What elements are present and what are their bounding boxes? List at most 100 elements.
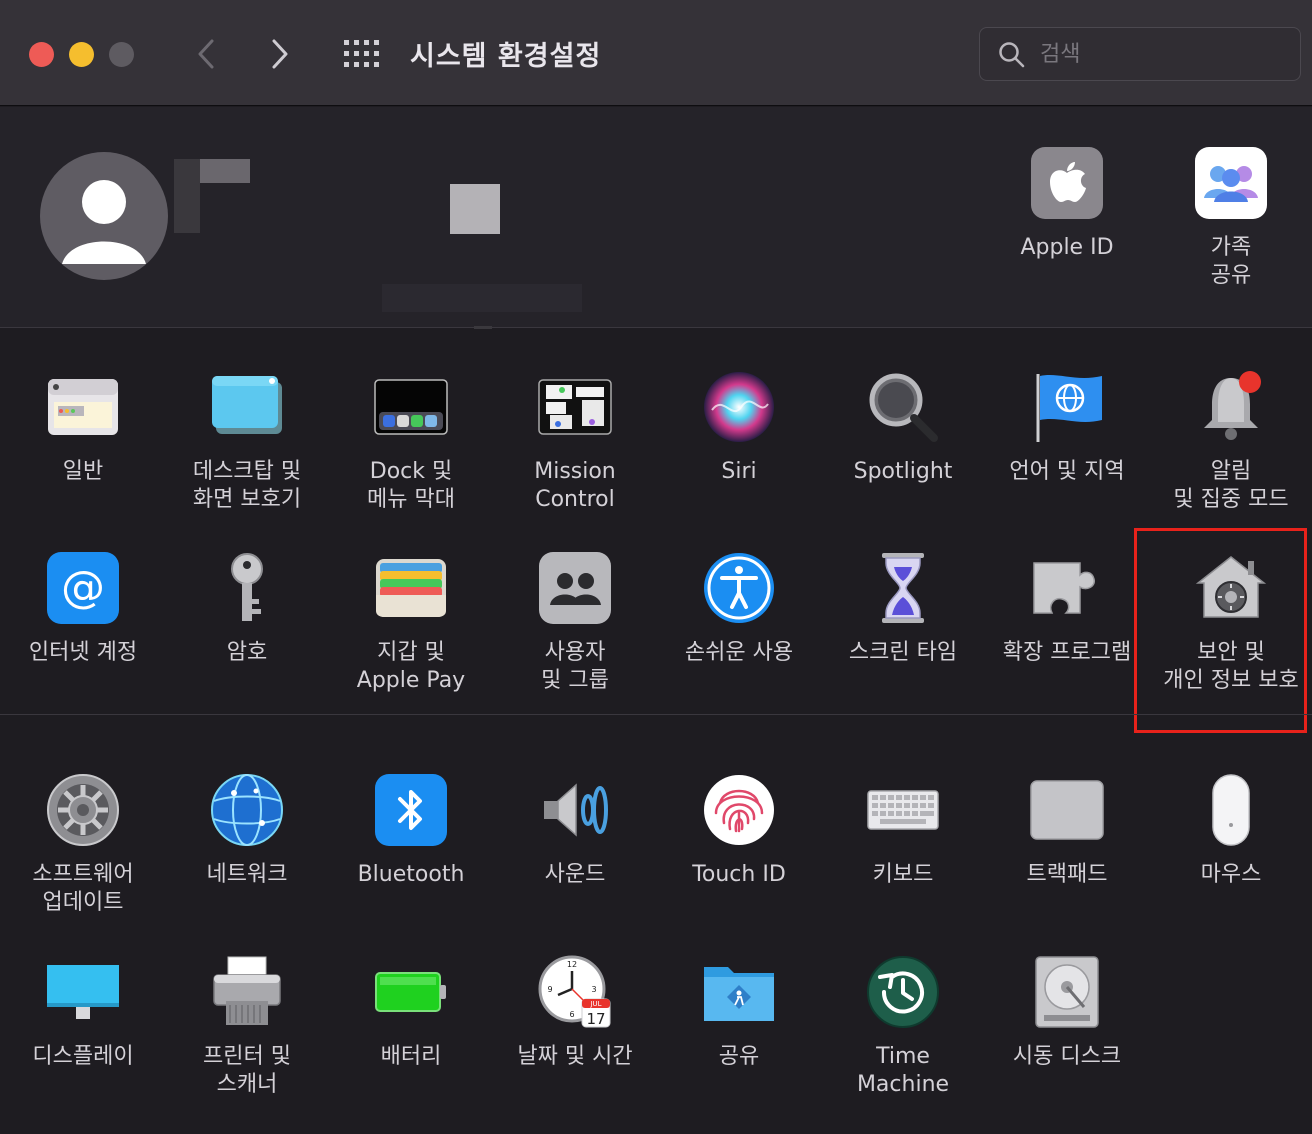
pref-accessibility[interactable]: 손쉬운 사용 (657, 551, 821, 667)
minimize-button[interactable] (69, 42, 94, 67)
pref-label: Mission Control (534, 459, 616, 512)
pref-label: Bluetooth (357, 862, 465, 887)
pref-label: 스크린 타임 (848, 640, 958, 665)
fingerprint-icon (702, 773, 776, 847)
svg-text:3: 3 (591, 985, 596, 994)
pref-label: 소프트웨어 업데이트 (32, 862, 134, 915)
forward-button[interactable] (260, 32, 300, 76)
pref-internet-accounts[interactable]: @ 인터넷 계정 (1, 551, 165, 667)
pref-general[interactable]: 일반 (1, 370, 165, 486)
search-field[interactable] (979, 27, 1301, 81)
pref-label: 손쉬운 사용 (684, 640, 794, 665)
pref-mouse[interactable]: 마우스 (1149, 773, 1312, 889)
pref-bluetooth[interactable]: Bluetooth (329, 773, 493, 889)
key-icon (210, 551, 284, 625)
pref-language-region[interactable]: 언어 및 지역 (985, 370, 1149, 486)
pref-apple-id[interactable]: Apple ID (985, 146, 1149, 262)
grid-icon (344, 40, 379, 67)
family-icon (1194, 146, 1268, 220)
bell-icon (1194, 370, 1268, 444)
chevron-right-icon (272, 39, 288, 69)
search-icon (999, 42, 1025, 68)
pref-date-time[interactable]: 12 3 6 9 JUL 17 날짜 및 시간 (493, 955, 657, 1071)
pref-label: 배터리 (380, 1044, 442, 1069)
security-highlight-box (1134, 528, 1307, 733)
pref-label: 프린터 및 스캐너 (203, 1044, 291, 1097)
pref-time-machine[interactable]: Time Machine (821, 955, 985, 1099)
pref-label: Dock 및 메뉴 막대 (367, 459, 455, 512)
pref-label: 데스크탑 및 화면 보호기 (192, 459, 302, 512)
pref-software-update[interactable]: 소프트웨어 업데이트 (1, 773, 165, 917)
user-avatar[interactable] (40, 152, 168, 280)
pref-siri[interactable]: Siri (657, 370, 821, 486)
redacted-mark (474, 326, 492, 329)
pref-users-groups[interactable]: 사용자 및 그룹 (493, 551, 657, 695)
keyboard-icon (866, 773, 940, 847)
svg-text:@: @ (61, 562, 105, 613)
clock-calendar-icon: 12 3 6 9 JUL 17 (538, 955, 612, 1029)
pref-printers-scanners[interactable]: 프린터 및 스캐너 (165, 955, 329, 1099)
pref-family-sharing[interactable]: 가족 공유 (1149, 146, 1312, 290)
pref-touch-id[interactable]: Touch ID (657, 773, 821, 889)
pref-label: Spotlight (853, 459, 953, 484)
pref-screen-time[interactable]: 스크린 타임 (821, 551, 985, 667)
gear-icon (46, 773, 120, 847)
siri-icon (702, 370, 776, 444)
pref-keyboard[interactable]: 키보드 (821, 773, 985, 889)
pref-battery[interactable]: 배터리 (329, 955, 493, 1071)
printer-icon (210, 955, 284, 1029)
pref-label: 네트워크 (206, 862, 288, 887)
pref-label: 날짜 및 시간 (517, 1044, 633, 1069)
trackpad-icon (1030, 773, 1104, 847)
redacted-info (450, 184, 500, 234)
zoom-button[interactable] (109, 42, 134, 67)
pref-label: 가족 공유 (1210, 235, 1252, 288)
svg-text:9: 9 (547, 985, 552, 994)
mission-control-icon (538, 370, 612, 444)
search-input[interactable] (1040, 38, 1280, 70)
pref-label: 인터넷 계정 (28, 640, 138, 665)
accessibility-icon (702, 551, 776, 625)
display-icon (46, 955, 120, 1029)
pref-mission-control[interactable]: Mission Control (493, 370, 657, 514)
pref-displays[interactable]: 디스플레이 (1, 955, 165, 1071)
pref-trackpad[interactable]: 트랙패드 (985, 773, 1149, 889)
desktop-icon (210, 370, 284, 444)
pref-sharing[interactable]: 공유 (657, 955, 821, 1071)
apple-logo-icon (1030, 146, 1104, 220)
bluetooth-icon (374, 773, 448, 847)
pref-dock-menubar[interactable]: Dock 및 메뉴 막대 (329, 370, 493, 514)
pref-extensions[interactable]: 확장 프로그램 (985, 551, 1149, 667)
pref-network[interactable]: 네트워크 (165, 773, 329, 889)
puzzle-icon (1030, 551, 1104, 625)
pref-sound[interactable]: 사운드 (493, 773, 657, 889)
back-button[interactable] (186, 32, 226, 76)
speaker-icon (538, 773, 612, 847)
pref-label: 키보드 (872, 862, 934, 887)
show-all-button[interactable] (342, 38, 382, 70)
folder-sharing-icon (702, 955, 776, 1029)
pref-label: 알림 및 집중 모드 (1173, 459, 1289, 512)
pref-label: Siri (721, 459, 757, 484)
redacted-name (174, 159, 200, 233)
pref-wallet-applepay[interactable]: 지갑 및 Apple Pay (329, 551, 493, 695)
general-icon (46, 370, 120, 444)
pref-passwords[interactable]: 암호 (165, 551, 329, 667)
close-button[interactable] (29, 42, 54, 67)
redacted-email (382, 284, 582, 312)
pref-label: 공유 (718, 1044, 760, 1069)
pref-label: 마우스 (1200, 862, 1262, 887)
time-machine-icon (866, 955, 940, 1029)
pref-desktop-screensaver[interactable]: 데스크탑 및 화면 보호기 (165, 370, 329, 514)
pref-spotlight[interactable]: Spotlight (821, 370, 985, 486)
chevron-left-icon (198, 39, 214, 69)
flag-icon (1030, 370, 1104, 444)
pref-startup-disk[interactable]: 시동 디스크 (985, 955, 1149, 1071)
window-title: 시스템 환경설정 (410, 41, 602, 72)
battery-icon (374, 955, 448, 1029)
pref-label: Apple ID (1020, 235, 1114, 260)
pref-label: 디스플레이 (32, 1044, 134, 1069)
pref-notifications-focus[interactable]: 알림 및 집중 모드 (1149, 370, 1312, 514)
calendar-day: 17 (586, 1010, 605, 1028)
person-icon (62, 180, 146, 264)
